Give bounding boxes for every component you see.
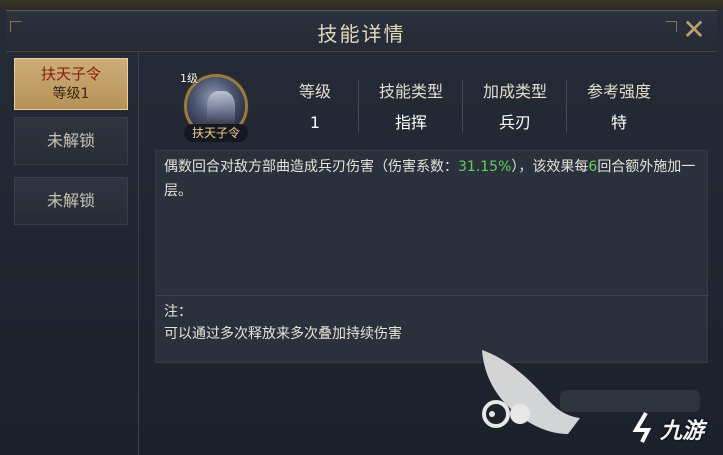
stat-label: 参考强度 [586,82,651,101]
window-title: 技能详情 [317,22,406,46]
close-icon[interactable]: ✕ [679,15,709,45]
skill-detail-screen: 技能详情 ✕ 扶天子令 等级1 未解锁 未解锁 1级 扶天子令 等级 1 技能类… [0,0,723,455]
skill-tab-locked-1[interactable]: 未解锁 [14,117,128,165]
stat-label: 等级 [298,82,331,101]
damage-coefficient: 31.15% [458,159,512,175]
stat-label: 技能类型 [378,82,443,101]
stat-value: 兵刃 [498,113,531,132]
left-divider [138,52,139,455]
stat-label: 加成类型 [482,82,547,101]
note-label: 注： [164,304,192,320]
hero-figure-icon [207,91,235,127]
stat-value: 特 [610,113,627,132]
top-strip [0,0,723,10]
skill-tab-name: 扶天子令 [40,65,101,83]
note-text: 可以通过多次释放来多次叠加持续伤害 [164,326,402,342]
skill-tab-locked-2[interactable]: 未解锁 [14,177,128,225]
skill-description: 偶数回合对敌方部曲造成兵刃伤害（伤害系数：31.15%），该效果每6回合额外施加… [164,155,704,203]
desc-text-1: 偶数回合对敌方部曲造成兵刃伤害（伤害系数： [164,159,458,175]
stat-divider [462,80,463,132]
watermark-text: 九游 [660,419,705,444]
desc-text-2: ），该效果每 [511,159,589,175]
skill-description-panel: 偶数回合对敌方部曲造成兵刃伤害（伤害系数：31.15%），该效果每6回合额外施加… [155,150,709,363]
hero-portrait[interactable]: 1级 扶天子令 [178,72,256,150]
stat-reference-strength: 参考强度 特 [578,82,660,133]
skill-tab-level: 等级1 [52,86,90,102]
hero-level-tag: 1级 [180,72,198,85]
stat-bonus-type: 加成类型 兵刃 [474,82,556,133]
stat-skill-type: 技能类型 指挥 [370,82,452,133]
panel-divider [156,295,709,296]
round-count: 6 [588,159,598,175]
hero-name-label: 扶天子令 [184,124,248,142]
stat-divider [358,80,359,132]
stat-divider [566,80,567,132]
stat-level: 等级 1 [290,82,340,133]
title-bar: 技能详情 ✕ [6,10,717,52]
skill-tab-active[interactable]: 扶天子令 等级1 [14,58,128,110]
stat-value: 1 [309,113,321,132]
stat-value: 指挥 [394,113,427,132]
